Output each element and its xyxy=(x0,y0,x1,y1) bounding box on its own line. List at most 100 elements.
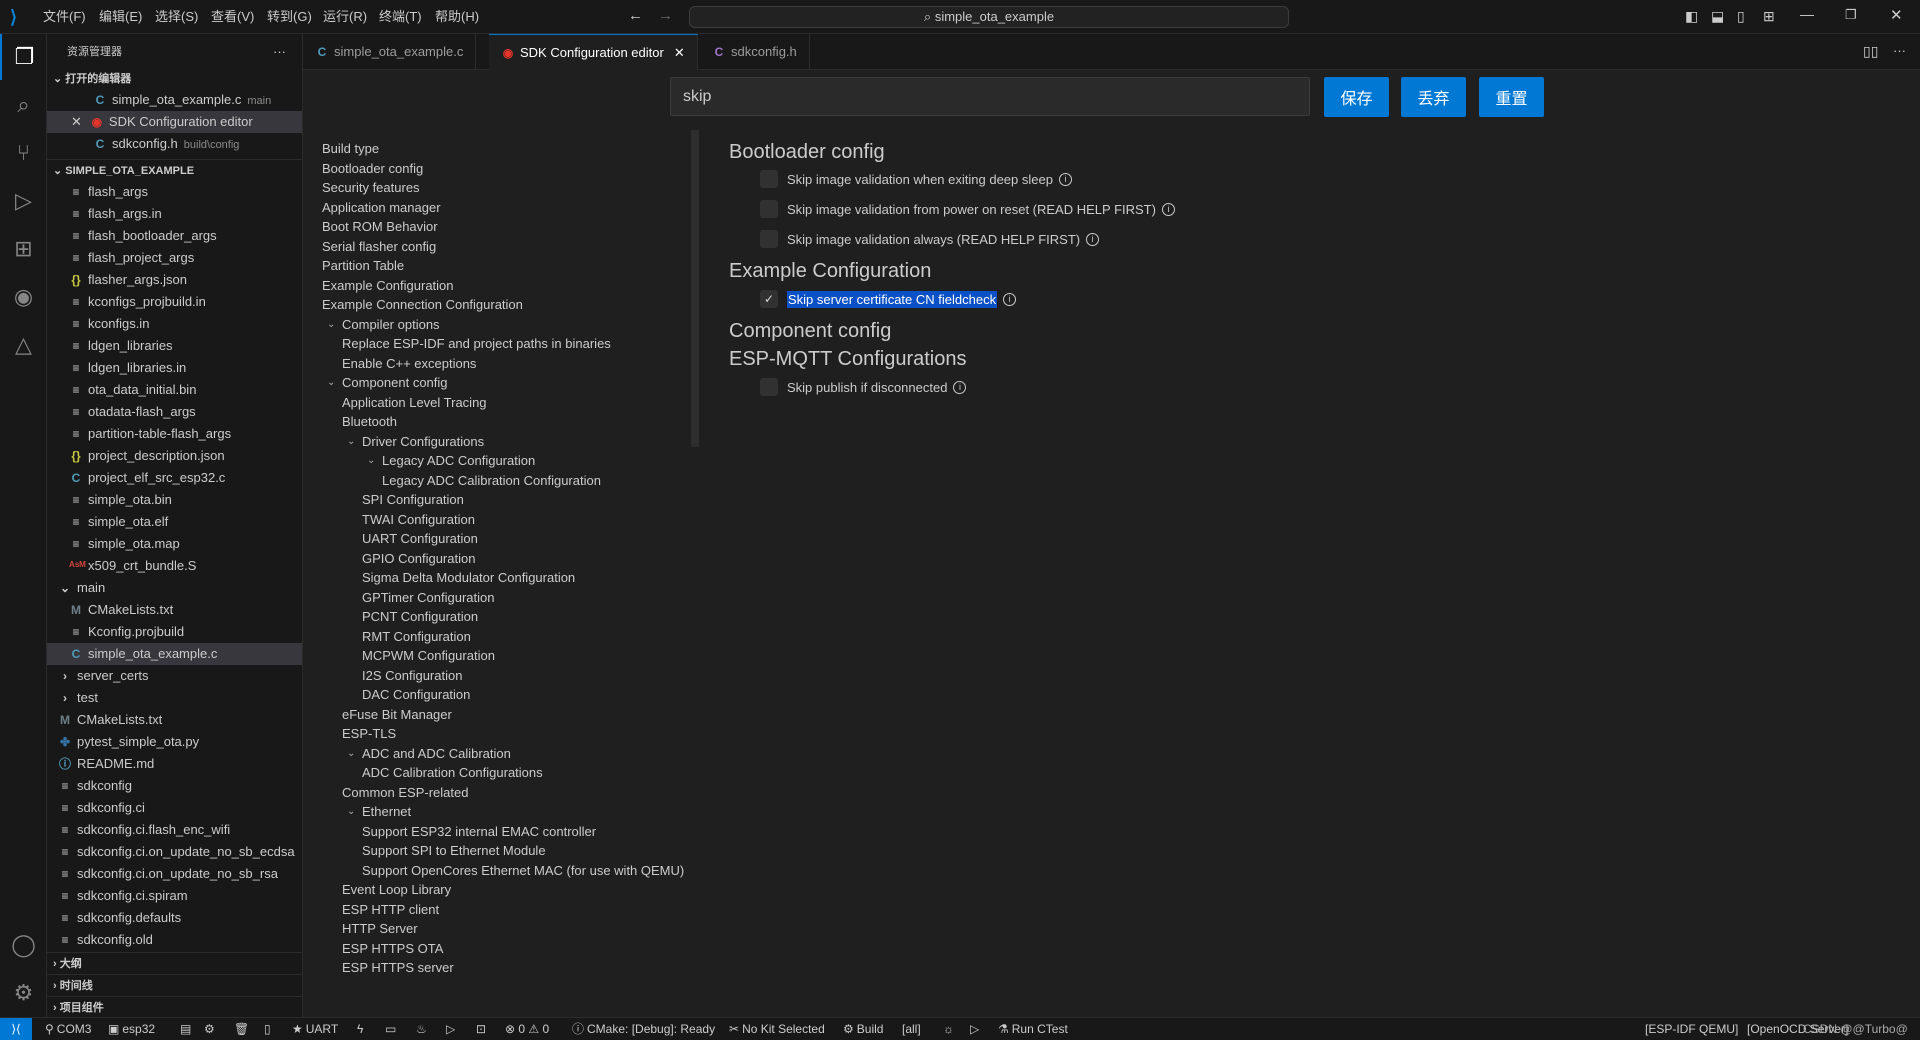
minimize-icon[interactable]: — xyxy=(1800,6,1814,22)
nav-item[interactable]: SPI Configuration xyxy=(362,492,464,507)
nav-item[interactable]: Security features xyxy=(322,180,420,195)
file-item[interactable]: ≡ simple_ota.bin xyxy=(47,489,302,511)
file-item[interactable]: ≡ simple_ota.elf xyxy=(47,511,302,533)
nav-item[interactable]: Legacy ADC Configuration xyxy=(382,453,535,468)
nav-item[interactable]: Legacy ADC Calibration Configuration xyxy=(382,473,601,488)
toggle-sidebar-icon[interactable]: ◧ xyxy=(1685,8,1698,25)
command-center-search[interactable]: ⌕ simple_ota_example xyxy=(689,6,1289,28)
debug2-icon[interactable]: ☼ xyxy=(943,1018,954,1040)
more-actions-icon[interactable]: ··· xyxy=(1893,43,1906,58)
info-icon[interactable]: i xyxy=(1161,202,1175,216)
menu-item[interactable]: 运行(R) xyxy=(323,0,367,34)
chevron-down-icon[interactable]: ⌄ xyxy=(347,806,355,817)
file-item[interactable]: ≡ ldgen_libraries xyxy=(47,335,302,357)
close-icon[interactable]: ✕ xyxy=(71,114,82,129)
file-item[interactable]: ≡ sdkconfig xyxy=(47,775,302,797)
nav-item[interactable]: I2S Configuration xyxy=(362,668,462,683)
status-item[interactable]: ✂ No Kit Selected xyxy=(729,1018,825,1040)
cmake-icon[interactable]: △ xyxy=(0,322,47,368)
menu-item[interactable]: 帮助(H) xyxy=(435,0,479,34)
open-editor-item[interactable]: ✕ ◉ SDK Configuration editor xyxy=(47,111,302,133)
nav-item[interactable]: Partition Table xyxy=(322,258,404,273)
remote-icon[interactable]: ⟩⟨ xyxy=(0,1018,32,1040)
folder-icon[interactable]: ▤ xyxy=(180,1018,191,1040)
run-debug-icon[interactable]: ▷ xyxy=(0,178,47,224)
restore-icon[interactable]: ❐ xyxy=(1845,7,1857,23)
tab-2[interactable]: Csdkconfig.h xyxy=(700,34,810,70)
explorer-icon[interactable]: ❐ xyxy=(0,34,47,80)
menu-item[interactable]: 查看(V) xyxy=(211,0,254,34)
file-item[interactable]: M CMakeLists.txt xyxy=(47,709,302,731)
file-item[interactable]: Csimple_ota_example.c xyxy=(47,643,302,665)
search-icon[interactable]: ⌕ xyxy=(0,82,47,128)
nav-item[interactable]: HTTP Server xyxy=(342,921,418,936)
open-editor-item[interactable]: Csimple_ota_example.c main xyxy=(47,89,302,111)
menu-item[interactable]: 终端(T) xyxy=(379,0,422,34)
file-item[interactable]: ≡ sdkconfig.ci.spiram xyxy=(47,885,302,907)
nav-item[interactable]: Support ESP32 internal EMAC controller xyxy=(362,824,596,839)
toggle-secondary-sidebar-icon[interactable]: ▯ xyxy=(1737,8,1745,25)
file-item[interactable]: M CMakeLists.txt xyxy=(47,599,302,621)
flash-icon[interactable]: ϟ xyxy=(357,1018,363,1040)
status-item[interactable]: ⚲ COM3 xyxy=(45,1018,91,1040)
extensions-icon[interactable]: ⊞ xyxy=(0,226,47,272)
reset-button[interactable]: 重置 xyxy=(1479,77,1544,117)
content-scrollbar[interactable] xyxy=(691,130,699,447)
file-item[interactable]: ≡ flash_project_args xyxy=(47,247,302,269)
nav-item[interactable]: Ethernet xyxy=(362,804,411,819)
info-icon[interactable]: i xyxy=(1086,232,1100,246)
nav-item[interactable]: Build type xyxy=(322,141,379,156)
menu-item[interactable]: 编辑(E) xyxy=(99,0,142,34)
status-item[interactable]: ⚗ Run CTest xyxy=(998,1018,1068,1040)
file-item[interactable]: ≡ sdkconfig.old xyxy=(47,929,302,951)
discard-button[interactable]: 丢弃 xyxy=(1401,77,1466,117)
debug-icon[interactable]: ⊡ xyxy=(476,1018,486,1040)
close-window-icon[interactable]: ✕ xyxy=(1890,6,1903,24)
menu-item[interactable]: 文件(F) xyxy=(43,0,86,34)
section-2[interactable]: › 项目组件 xyxy=(47,996,302,1018)
more-actions-icon[interactable]: ··· xyxy=(273,41,286,63)
split-editor-icon[interactable]: ▯▯ xyxy=(1863,43,1878,60)
file-item[interactable]: › server_certs xyxy=(47,665,302,687)
file-item[interactable]: ≡ partition-table-flash_args xyxy=(47,423,302,445)
file-item[interactable]: › test xyxy=(47,687,302,709)
config-search-input[interactable] xyxy=(670,77,1310,116)
customize-layout-icon[interactable]: ⊞ xyxy=(1763,8,1775,25)
nav-item[interactable]: Bluetooth xyxy=(342,414,397,429)
toggle-panel-icon[interactable]: ⬓ xyxy=(1711,8,1724,25)
chevron-down-icon[interactable]: ⌄ xyxy=(327,319,335,330)
checkbox[interactable] xyxy=(760,378,778,396)
nav-item[interactable]: Replace ESP-IDF and project paths in bin… xyxy=(342,336,611,351)
info-icon[interactable]: i xyxy=(1003,292,1017,306)
file-item[interactable]: ≡ ldgen_libraries.in xyxy=(47,357,302,379)
file-item[interactable]: {} flasher_args.json xyxy=(47,269,302,291)
file-item[interactable]: Cproject_elf_src_esp32.c xyxy=(47,467,302,489)
nav-item[interactable]: GPIO Configuration xyxy=(362,551,475,566)
checkbox[interactable]: ✓ xyxy=(760,290,778,308)
nav-item[interactable]: RMT Configuration xyxy=(362,629,471,644)
forward-arrow-icon[interactable]: → xyxy=(658,7,673,24)
file-item[interactable]: ≡ otadata-flash_args xyxy=(47,401,302,423)
nav-item[interactable]: ADC Calibration Configurations xyxy=(362,765,543,780)
section-1[interactable]: › 时间线 xyxy=(47,974,302,996)
chevron-down-icon[interactable]: ⌄ xyxy=(327,377,335,388)
nav-item[interactable]: eFuse Bit Manager xyxy=(342,707,452,722)
status-right-item[interactable]: [ESP-IDF QEMU] xyxy=(1645,1018,1738,1040)
back-arrow-icon[interactable]: ← xyxy=(628,7,643,24)
checkbox[interactable] xyxy=(760,230,778,248)
file-item[interactable]: ⌄ main xyxy=(47,577,302,599)
monitor-icon[interactable]: ▭ xyxy=(385,1018,396,1040)
nav-item[interactable]: GPTimer Configuration xyxy=(362,590,494,605)
menu-item[interactable]: 选择(S) xyxy=(155,0,198,34)
file-item[interactable]: ≡ kconfigs_projbuild.in xyxy=(47,291,302,313)
tab-1[interactable]: ◉ SDK Configuration editor ✕ xyxy=(489,34,698,70)
file-item[interactable]: ≡ Kconfig.projbuild xyxy=(47,621,302,643)
file-item[interactable]: ≡ sdkconfig.defaults xyxy=(47,907,302,929)
file-item[interactable]: ≡ flash_args xyxy=(47,181,302,203)
file-item[interactable]: ≡ sdkconfig.ci.on_update_no_sb_ecdsa xyxy=(47,841,302,863)
chevron-down-icon[interactable]: ⌄ xyxy=(347,436,355,447)
status-item[interactable]: ▣ esp32 xyxy=(108,1018,155,1040)
nav-item[interactable]: Enable C++ exceptions xyxy=(342,356,476,371)
nav-item[interactable]: Common ESP-related xyxy=(342,785,468,800)
device-icon[interactable]: ▯ xyxy=(264,1018,271,1040)
